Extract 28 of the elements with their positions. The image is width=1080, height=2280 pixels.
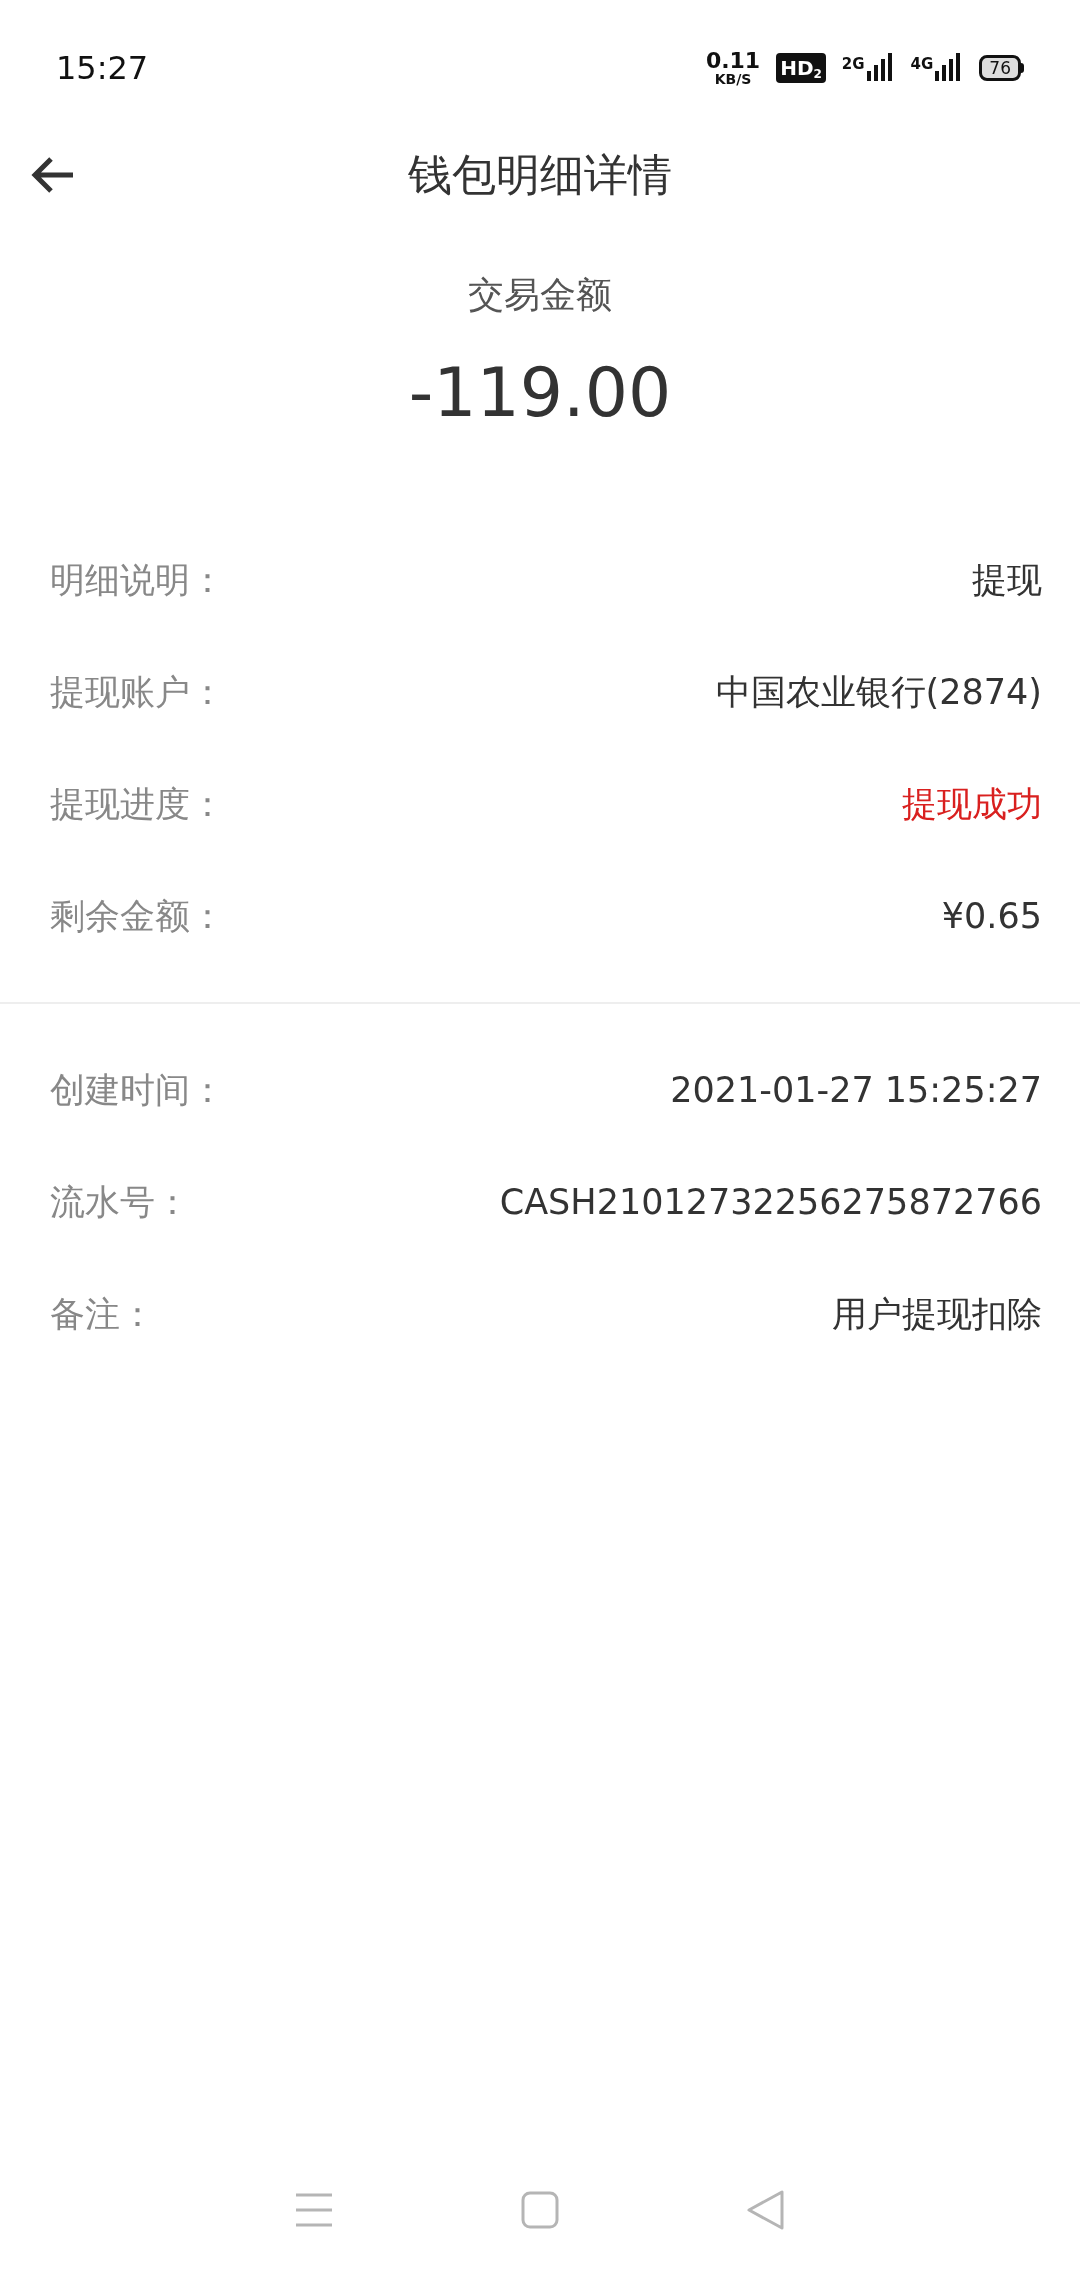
row-value: 中国农业银行(2874) xyxy=(715,670,1042,714)
network-speed: 0.11 xyxy=(705,50,761,72)
row-label: 提现账户： xyxy=(50,670,225,714)
status-time: 15:27 xyxy=(56,48,149,89)
home-icon[interactable] xyxy=(521,2191,559,2229)
row-label: 提现进度： xyxy=(50,782,225,826)
hd-badge: HD$_{2}$ xyxy=(776,53,826,83)
row-label: 明细说明： xyxy=(50,558,225,602)
row-value: 2021-01-27 15:25:27 xyxy=(670,1068,1042,1112)
network-type: 2G xyxy=(841,54,865,75)
row-label: 流水号： xyxy=(50,1180,190,1224)
amount-value: -119.00 xyxy=(408,352,672,434)
battery-icon: 76 xyxy=(979,55,1021,81)
row-label: 剩余金额： xyxy=(50,894,225,938)
speed-unit: KB/S xyxy=(714,72,752,86)
row-value: 提现 xyxy=(972,558,1042,602)
back-triangle-icon[interactable] xyxy=(746,2189,787,2231)
amount-label: 交易金额 xyxy=(468,273,612,317)
signal-icon xyxy=(864,53,895,83)
menu-icon[interactable] xyxy=(293,2192,334,2228)
page-title: 钱包明细详情 xyxy=(408,148,672,202)
row-value: 用户提现扣除 xyxy=(832,1292,1042,1336)
row-value: ¥0.65 xyxy=(941,894,1042,938)
row-value: 提现成功 xyxy=(902,782,1042,826)
row-label: 备注： xyxy=(50,1292,155,1336)
row-value: CASH21012732256275872766 xyxy=(499,1180,1042,1224)
network-type: 4G xyxy=(910,54,934,75)
row-label: 创建时间： xyxy=(50,1068,225,1112)
